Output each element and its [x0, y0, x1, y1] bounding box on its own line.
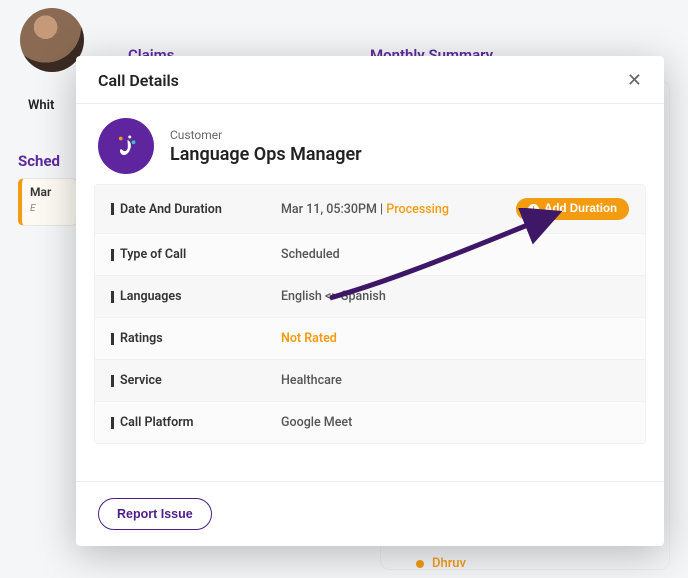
label-type-of-call: Type of Call [111, 247, 281, 262]
label-text: Date And Duration [120, 202, 222, 217]
customer-row: Customer Language Ops Manager [76, 104, 664, 184]
add-duration-label: Add Duration [544, 203, 617, 215]
value-call-platform: Google Meet [281, 415, 629, 430]
row-bar-icon [111, 417, 114, 429]
row-call-platform: Call Platform Google Meet [95, 402, 645, 443]
value-date-and-duration: Mar 11, 05:30PM | Processing [281, 202, 516, 217]
label-ratings: Ratings [111, 331, 281, 346]
details-table: Date And Duration Mar 11, 05:30PM | Proc… [94, 184, 646, 444]
jeenie-logo-icon [111, 131, 141, 161]
label-call-platform: Call Platform [111, 415, 281, 430]
label-text: Ratings [120, 331, 163, 346]
row-bar-icon [111, 333, 114, 345]
add-duration-button[interactable]: Add Duration [516, 198, 629, 220]
label-text: Type of Call [120, 247, 186, 262]
label-service: Service [111, 373, 281, 388]
close-icon: ✕ [627, 70, 642, 90]
separator-text: | [377, 202, 386, 217]
label-text: Languages [120, 289, 182, 304]
row-languages: Languages English <> Spanish [95, 276, 645, 318]
row-service: Service Healthcare [95, 360, 645, 402]
row-bar-icon [111, 291, 114, 303]
call-details-modal: Call Details ✕ Customer Language Ops Man… [76, 56, 664, 546]
customer-text: Customer Language Ops Manager [170, 128, 362, 165]
modal-overlay: Call Details ✕ Customer Language Ops Man… [0, 0, 688, 578]
row-bar-icon [111, 375, 114, 387]
value-type-of-call: Scheduled [281, 247, 629, 262]
datetime-text: Mar 11, 05:30PM [281, 202, 377, 217]
modal-title: Call Details [98, 71, 179, 90]
customer-name: Language Ops Manager [170, 144, 362, 165]
customer-logo [98, 118, 154, 174]
processing-status: Processing [386, 202, 449, 217]
modal-footer: Report Issue [76, 481, 664, 546]
row-date-and-duration: Date And Duration Mar 11, 05:30PM | Proc… [95, 185, 645, 234]
report-issue-button[interactable]: Report Issue [98, 498, 212, 530]
row-type-of-call: Type of Call Scheduled [95, 234, 645, 276]
label-text: Service [120, 373, 162, 388]
value-ratings: Not Rated [281, 331, 629, 346]
row-bar-icon [111, 203, 114, 215]
close-button[interactable]: ✕ [627, 70, 642, 91]
row-ratings: Ratings Not Rated [95, 318, 645, 360]
row-bar-icon [111, 249, 114, 261]
label-date-and-duration: Date And Duration [111, 202, 281, 217]
label-text: Call Platform [120, 415, 194, 430]
value-languages: English <> Spanish [281, 289, 629, 304]
label-languages: Languages [111, 289, 281, 304]
modal-header: Call Details ✕ [76, 56, 664, 104]
value-service: Healthcare [281, 373, 629, 388]
not-rated-text: Not Rated [281, 331, 337, 346]
customer-label: Customer [170, 128, 362, 142]
clock-icon [528, 204, 539, 215]
